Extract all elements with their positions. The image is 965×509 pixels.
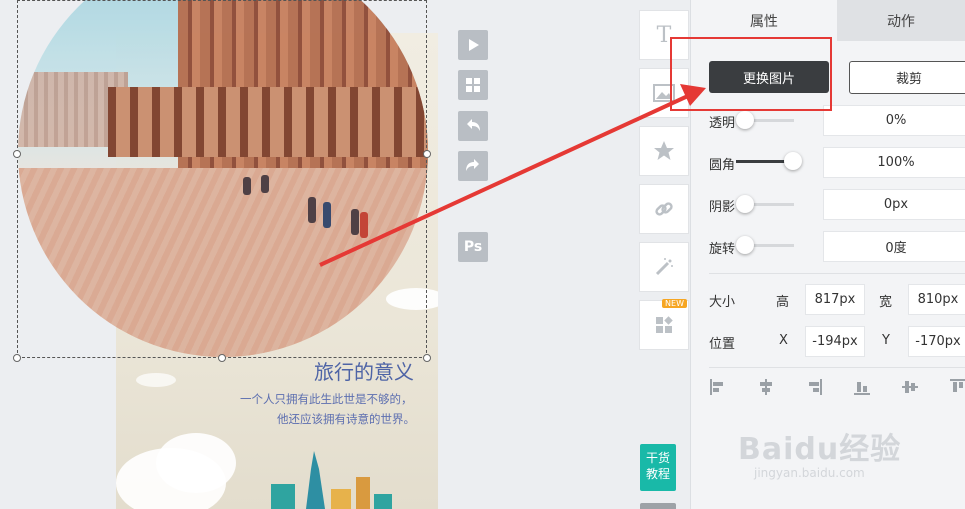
annotation-arrow	[319, 84, 706, 267]
